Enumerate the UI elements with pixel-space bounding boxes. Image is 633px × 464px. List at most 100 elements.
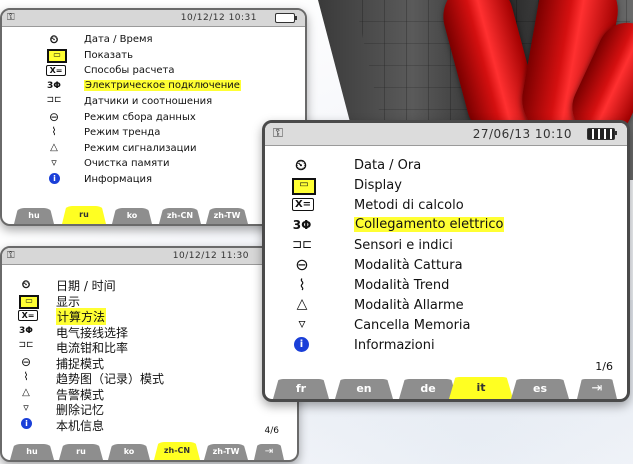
trend-icon: ⌇	[51, 125, 57, 138]
menu-item-capture[interactable]: ⊖ Modalità Cattura	[265, 255, 627, 277]
display-icon: ▭	[292, 178, 316, 195]
exit-button[interactable]: ⇥	[254, 444, 284, 460]
tab-ru[interactable]: ru	[62, 206, 106, 224]
capture-icon: ⊖	[295, 255, 309, 274]
menu-item-alarm[interactable]: △ Режим сигнализации	[2, 141, 305, 157]
menu-item-label: Informazioni	[354, 338, 435, 353]
display-icon: ▭	[47, 48, 67, 63]
menu-item-label: Режим тренда	[84, 127, 161, 138]
tab-zh-tw[interactable]: zh-TW	[206, 208, 248, 224]
menu-item-label: 本机信息	[56, 418, 105, 433]
tab-zh-cn[interactable]: zh-CN	[154, 442, 200, 460]
menu-item-clear-memory[interactable]: ▿ 删除记忆	[2, 401, 297, 418]
page-indicator: 4/6	[264, 426, 279, 436]
tab-ru[interactable]: ru	[59, 444, 103, 460]
menu-item-label: 趋势图（记录）模式	[56, 372, 165, 386]
battery-icon	[587, 128, 617, 140]
tab-hu[interactable]: hu	[10, 444, 54, 460]
tab-ko[interactable]: ko	[108, 444, 150, 460]
menu-item-label-selected: Collegamento elettrico	[354, 217, 505, 232]
menu-item-trend[interactable]: ⌇ 趋势图（记录）模式	[2, 370, 297, 387]
sensor-icon: ⊐⊏	[291, 237, 313, 251]
tab-zh-cn[interactable]: zh-CN	[159, 208, 201, 224]
menu-item-label: Способы расчета	[84, 65, 175, 76]
tab-it[interactable]: it	[449, 377, 513, 399]
menu-item-label-selected: 计算方法	[56, 308, 107, 325]
menu-item-calculation[interactable]: X= Способы расчета	[2, 63, 305, 79]
status-bar: ⚿ 10/12/12 10:31	[2, 10, 305, 27]
menu-item-sensors[interactable]: ⊐⊏ 电流钳和比率	[2, 340, 297, 356]
status-bar: ⚿ 10/12/12 11:30	[2, 248, 297, 265]
menu-item-info[interactable]: i Информация	[2, 172, 305, 188]
exit-icon: ⇥	[264, 446, 274, 457]
menu-item-date-time[interactable]: ⏲ 日期 / 时间	[2, 278, 297, 294]
main-menu: ⏲ 日期 / 时间 ▭ 显示 X= 计算方法 3Φ 电气接线选择 ⊐⊏ 电流钳和…	[2, 278, 297, 433]
menu-item-label: Metodi di calcolo	[354, 198, 464, 213]
menu-item-clear-memory[interactable]: ▿ Очистка памяти	[2, 156, 305, 172]
menu-item-calculation[interactable]: X= Metodi di calcolo	[265, 197, 627, 217]
menu-item-label: 日期 / 时间	[56, 279, 116, 293]
screen-russian: ⚿ 10/12/12 10:31 ⏲ Дата / Время ▭ Показа…	[0, 8, 307, 226]
tab-en[interactable]: en	[335, 379, 393, 399]
tab-ko[interactable]: ko	[112, 208, 152, 224]
menu-item-label: Data / Ora	[354, 158, 422, 173]
alarm-bell-icon: △	[22, 386, 30, 398]
three-phase-icon: 3Φ	[19, 325, 33, 336]
menu-item-trend[interactable]: ⌇ Modalità Trend	[265, 276, 627, 297]
clock-icon: ⏲	[295, 156, 307, 174]
menu-item-display[interactable]: ▭ Display	[265, 177, 627, 197]
menu-item-trend[interactable]: ⌇ Режим тренда	[2, 125, 305, 141]
menu-item-date-time[interactable]: ⏲ Data / Ora	[265, 156, 627, 177]
tab-fr[interactable]: fr	[273, 379, 329, 399]
menu-item-alarm[interactable]: △ 告警模式	[2, 387, 297, 403]
menu-item-label: Дата / Время	[84, 34, 153, 45]
menu-item-label: 电气接线选择	[56, 325, 129, 340]
menu-item-sensors[interactable]: ⊐⊏ Датчики и соотношения	[2, 94, 305, 110]
menu-item-capture[interactable]: ⊖ Режим сбора данных	[2, 110, 305, 126]
trash-icon: ▿	[23, 401, 29, 414]
menu-item-label: Modalità Allarme	[354, 298, 464, 313]
menu-item-label: 告警模式	[56, 387, 105, 402]
trend-icon: ⌇	[23, 370, 29, 383]
menu-item-info[interactable]: i Informazioni	[265, 337, 627, 357]
display-icon: ▭	[19, 294, 39, 309]
three-phase-icon: 3Φ	[292, 218, 312, 232]
menu-item-capture[interactable]: ⊖ 捕捉模式	[2, 354, 297, 372]
menu-item-label: Sensori e indici	[354, 238, 453, 253]
menu-item-connection[interactable]: 3Φ Электрическое подключение	[2, 79, 305, 95]
menu-item-connection[interactable]: 3Φ 电气接线选择	[2, 325, 297, 341]
menu-item-display[interactable]: ▭ Показать	[2, 48, 305, 64]
alarm-bell-icon: △	[50, 141, 58, 153]
capture-icon: ⊖	[20, 354, 32, 369]
menu-item-connection[interactable]: 3Φ Collegamento elettrico	[265, 217, 627, 237]
sensor-icon: ⊐⊏	[18, 340, 34, 350]
tab-hu[interactable]: hu	[14, 208, 54, 224]
tab-es[interactable]: es	[511, 379, 569, 399]
formula-icon: X=	[46, 65, 66, 76]
exit-button[interactable]: ⇥	[577, 379, 617, 399]
menu-item-alarm[interactable]: △ Modalità Allarme	[265, 296, 627, 317]
menu-item-label: Показать	[84, 49, 133, 61]
formula-icon: X=	[18, 310, 38, 321]
info-icon: i	[21, 417, 32, 429]
menu-item-clear-memory[interactable]: ▿ Cancella Memoria	[265, 316, 627, 337]
menu-item-label: Очистка памяти	[84, 158, 170, 169]
wrench-icon: ⚿	[273, 126, 283, 141]
wrench-icon: ⚿	[7, 12, 15, 23]
menu-item-date-time[interactable]: ⏲ Дата / Время	[2, 32, 305, 48]
page-indicator: 1/6	[595, 360, 613, 373]
menu-item-label: 显示	[56, 294, 81, 309]
menu-item-sensors[interactable]: ⊐⊏ Sensori e indici	[265, 237, 627, 257]
menu-item-display[interactable]: ▭ 显示	[2, 294, 297, 310]
menu-item-label-selected: Электрическое подключение	[84, 79, 241, 91]
tab-zh-tw[interactable]: zh-TW	[204, 444, 248, 460]
menu-item-calculation[interactable]: X= 计算方法	[2, 308, 297, 325]
tab-de[interactable]: de	[399, 379, 457, 399]
menu-item-label: Cancella Memoria	[354, 318, 471, 333]
trend-icon: ⌇	[298, 276, 306, 294]
menu-item-label: 电流钳和比率	[56, 341, 129, 355]
status-bar: ⚿ 27/06/13 10:10	[265, 123, 627, 146]
menu-item-label: Modalità Trend	[354, 278, 450, 293]
menu-item-info[interactable]: i 本机信息	[2, 417, 297, 434]
main-menu: ⏲ Дата / Время ▭ Показать X= Способы рас…	[2, 32, 305, 187]
